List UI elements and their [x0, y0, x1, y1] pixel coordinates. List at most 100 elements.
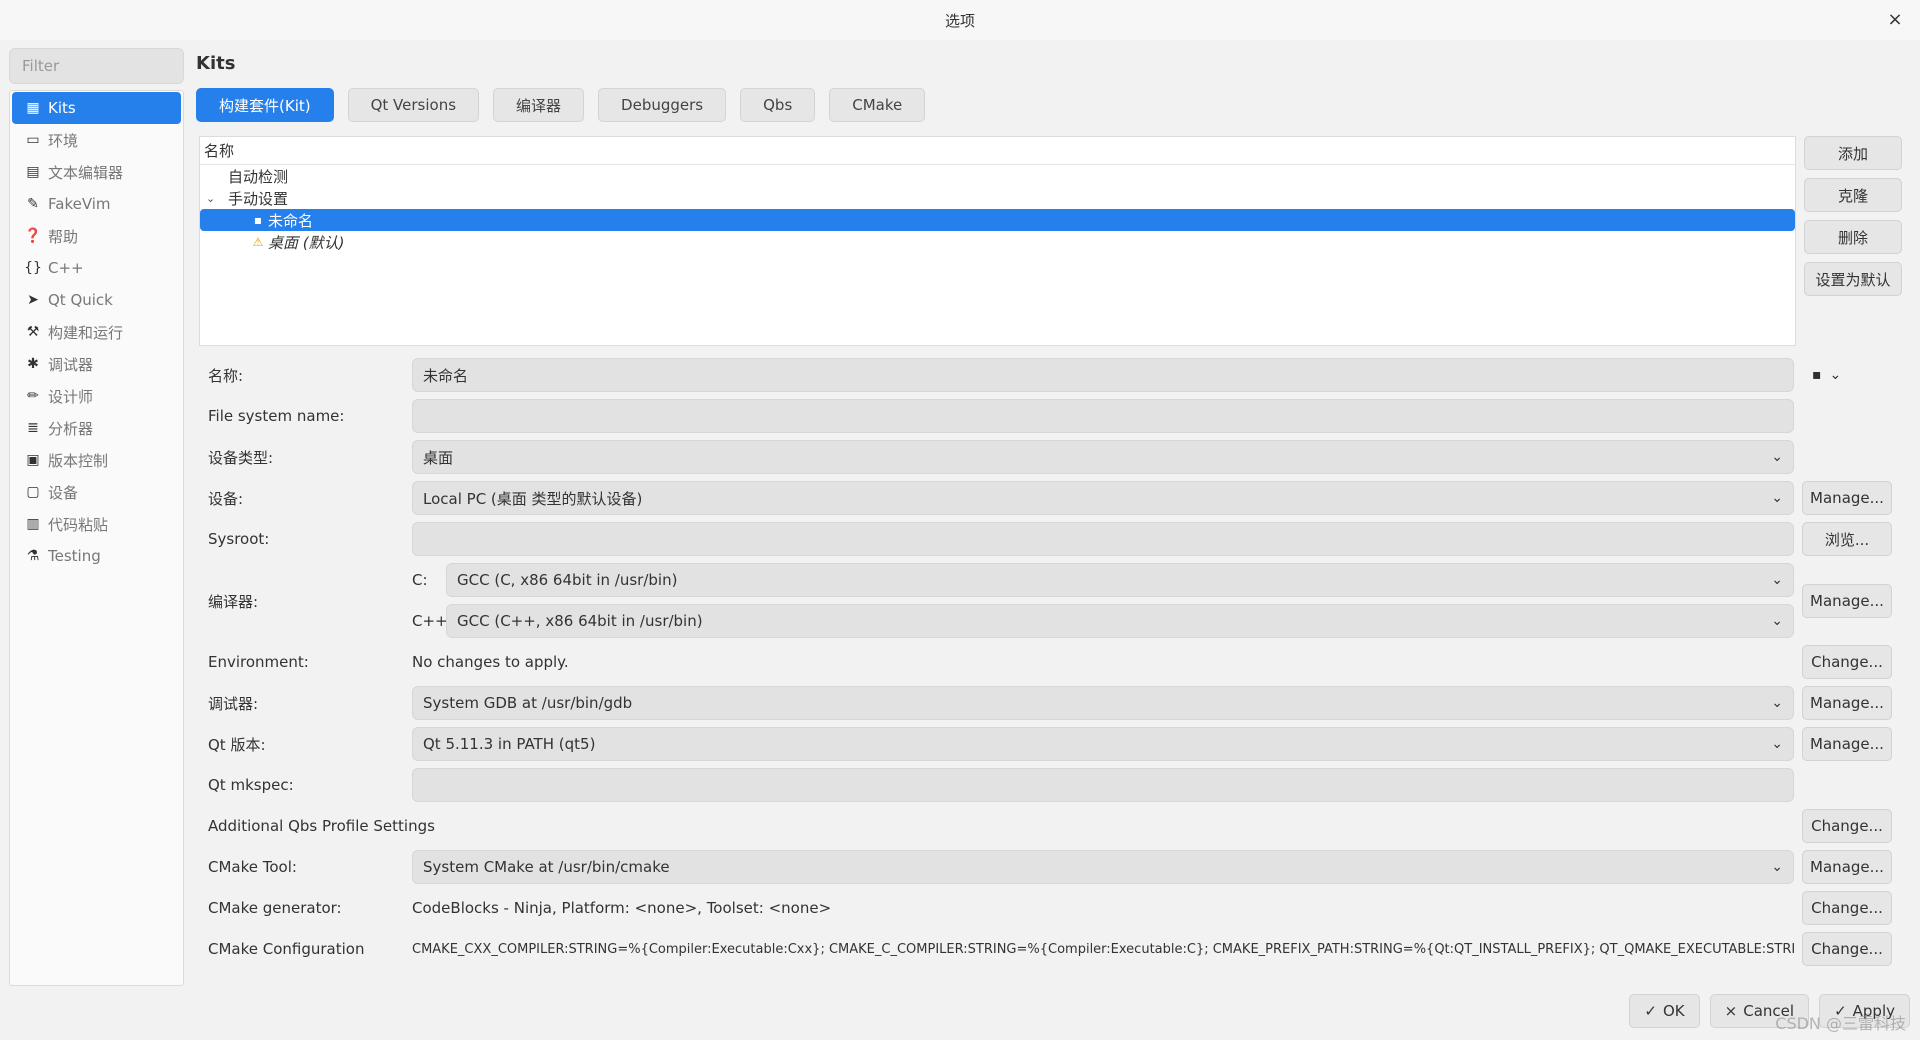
text-editor-icon: ▤: [26, 164, 40, 180]
tree-node-manual[interactable]: ⌄ 手动设置: [200, 187, 1795, 209]
warning-icon: ⚠: [252, 235, 264, 249]
category-kits[interactable]: ▦ Kits: [12, 92, 181, 124]
category-label: 分析器: [48, 419, 94, 438]
cpp-compiler-select[interactable]: GCC (C++, x86 64bit in /usr/bin) ⌄: [446, 604, 1794, 638]
sysroot-input[interactable]: [412, 522, 1794, 556]
close-icon: ×: [1724, 1002, 1738, 1020]
category-cpp[interactable]: {} C++: [12, 252, 181, 284]
tab-compilers[interactable]: 编译器: [493, 88, 585, 122]
remove-button[interactable]: 删除: [1804, 220, 1902, 254]
tree-node-label: 手动设置: [228, 189, 289, 208]
manage-debugger-button[interactable]: Manage...: [1802, 686, 1892, 720]
debugger-select[interactable]: System GDB at /usr/bin/gdb ⌄: [412, 686, 1794, 720]
ok-button[interactable]: ✓ OK: [1629, 994, 1700, 1028]
category-testing[interactable]: ⚗ Testing: [12, 540, 181, 572]
add-button[interactable]: 添加: [1804, 136, 1902, 170]
tab-kits[interactable]: 构建套件(Kit): [196, 88, 334, 122]
main-area: Kits 构建套件(Kit) Qt Versions 编译器 Debuggers…: [196, 48, 1910, 966]
category-label: Testing: [48, 547, 101, 565]
environment-label: Environment:: [208, 653, 309, 671]
device-select[interactable]: Local PC (桌面 类型的默认设备) ⌄: [412, 481, 1794, 515]
fakevim-icon: ✎: [27, 196, 39, 212]
cmake-tool-value: System CMake at /usr/bin/cmake: [423, 858, 670, 876]
chevron-down-icon[interactable]: ⌄: [206, 192, 215, 205]
tree-item-label: 桌面 (默认): [268, 233, 345, 252]
chevron-down-icon: ⌄: [1829, 367, 1842, 383]
sysroot-label: Sysroot:: [208, 530, 270, 548]
window-title: 选项: [944, 11, 975, 30]
kits-icon: ▦: [26, 100, 40, 116]
close-icon[interactable]: ×: [1884, 8, 1906, 30]
category-qt-quick[interactable]: ➤ Qt Quick: [12, 284, 181, 316]
manage-cmake-button[interactable]: Manage...: [1802, 850, 1892, 884]
left-panel: Filter ▦ Kits ▭ 环境 ▤ 文本编辑器 ✎ FakeVim ❓ 帮助 {} C…: [9, 48, 184, 988]
debugger-label: 调试器:: [208, 694, 259, 713]
device-icon-selector[interactable]: ▪ ⌄: [1812, 358, 1841, 392]
qt-version-label: Qt 版本:: [208, 735, 266, 754]
chevron-down-icon: ⌄: [1771, 613, 1783, 629]
monitor-icon: ▭: [26, 132, 40, 148]
fs-name-input[interactable]: [412, 399, 1794, 433]
testing-icon: ⚗: [26, 548, 40, 564]
tab-bar: 构建套件(Kit) Qt Versions 编译器 Debuggers Qbs …: [196, 88, 1910, 124]
monitor-icon: ▪: [1812, 367, 1822, 383]
category-label: 环境: [48, 131, 79, 150]
mkspec-input[interactable]: [412, 768, 1794, 802]
category-help[interactable]: ❓ 帮助: [12, 220, 181, 252]
category-designer[interactable]: ✏ 设计师: [12, 380, 181, 412]
category-fakevim[interactable]: ✎ FakeVim: [12, 188, 181, 220]
qt-version-select[interactable]: Qt 5.11.3 in PATH (qt5) ⌄: [412, 727, 1794, 761]
clone-button[interactable]: 克隆: [1804, 178, 1902, 212]
filter-input[interactable]: Filter: [9, 48, 184, 84]
category-environment[interactable]: ▭ 环境: [12, 124, 181, 156]
tree-node-label: 自动检测: [228, 167, 289, 186]
change-cmake-configuration-button[interactable]: Change...: [1802, 932, 1892, 966]
tree-node-auto-detected[interactable]: 自动检测: [200, 165, 1795, 187]
cmake-tool-label: CMake Tool:: [208, 858, 297, 876]
cmake-tool-select[interactable]: System CMake at /usr/bin/cmake ⌄: [412, 850, 1794, 884]
paper-plane-icon: ➤: [27, 292, 39, 308]
version-control-icon: ▣: [26, 452, 40, 468]
category-version-control[interactable]: ▣ 版本控制: [12, 444, 181, 476]
category-label: 帮助: [48, 227, 79, 246]
category-code-paste[interactable]: ▥ 代码粘贴: [12, 508, 181, 540]
manage-qt-version-button[interactable]: Manage...: [1802, 727, 1892, 761]
change-cmake-generator-button[interactable]: Change...: [1802, 891, 1892, 925]
chevron-down-icon: ⌄: [1771, 736, 1783, 752]
help-icon: ❓: [24, 228, 42, 244]
device-value: Local PC (桌面 类型的默认设备): [423, 489, 643, 508]
cmake-generator-label: CMake generator:: [208, 899, 342, 917]
monitor-icon: ▪: [253, 213, 263, 227]
tree-item-desktop[interactable]: ⚠ 桌面 (默认): [200, 231, 1795, 253]
category-devices[interactable]: ▢ 设备: [12, 476, 181, 508]
tab-cmake[interactable]: CMake: [829, 88, 926, 122]
bug-icon: ✱: [27, 356, 39, 372]
category-text-editor[interactable]: ▤ 文本编辑器: [12, 156, 181, 188]
change-environment-button[interactable]: Change...: [1802, 645, 1892, 679]
chevron-down-icon: ⌄: [1771, 695, 1783, 711]
tree-item-unnamed[interactable]: ▪ 未命名: [200, 209, 1795, 231]
change-qbs-button[interactable]: Change...: [1802, 809, 1892, 843]
cmake-generator-value: CodeBlocks - Ninja, Platform: <none>, To…: [412, 899, 832, 917]
mkspec-label: Qt mkspec:: [208, 776, 294, 794]
manage-device-button[interactable]: Manage...: [1802, 481, 1892, 515]
tab-qt-versions[interactable]: Qt Versions: [347, 88, 480, 122]
cmake-configuration-label: CMake Configuration: [208, 940, 365, 958]
category-label: 版本控制: [48, 451, 109, 470]
browse-button[interactable]: 浏览...: [1802, 522, 1892, 556]
name-input[interactable]: 未命名: [412, 358, 1794, 392]
chevron-down-icon: ⌄: [1771, 490, 1783, 506]
category-analyzer[interactable]: ≣ 分析器: [12, 412, 181, 444]
tab-debuggers[interactable]: Debuggers: [598, 88, 727, 122]
category-label: 调试器: [48, 355, 94, 374]
device-type-value: 桌面: [423, 448, 454, 467]
kit-actions: 添加 克隆 删除 设置为默认: [1804, 136, 1902, 304]
check-icon: ✓: [1644, 1002, 1657, 1020]
tab-qbs[interactable]: Qbs: [740, 88, 816, 122]
device-type-select[interactable]: 桌面 ⌄: [412, 440, 1794, 474]
cpp-compiler-value: GCC (C++, x86 64bit in /usr/bin): [457, 612, 703, 630]
category-debugger[interactable]: ✱ 调试器: [12, 348, 181, 380]
category-build-run[interactable]: ⚒ 构建和运行: [12, 316, 181, 348]
set-default-button[interactable]: 设置为默认: [1804, 262, 1902, 296]
category-label: 构建和运行: [48, 323, 124, 342]
